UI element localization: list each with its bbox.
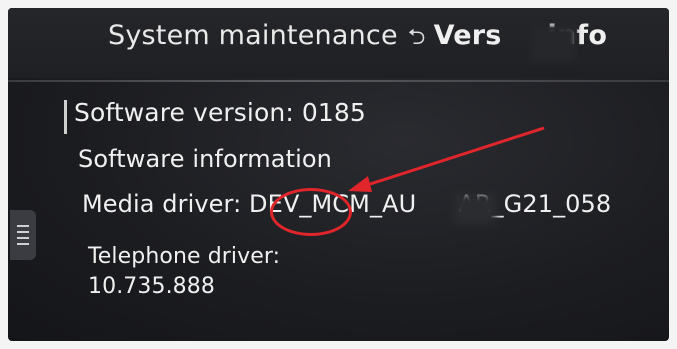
annotation-arrow-line xyxy=(363,126,545,188)
annotation-arrow-icon xyxy=(348,126,545,192)
infotainment-screen: System maintenance ⮌ Vers info Software ver… xyxy=(8,8,669,341)
annotation-arrow-head xyxy=(348,176,372,192)
